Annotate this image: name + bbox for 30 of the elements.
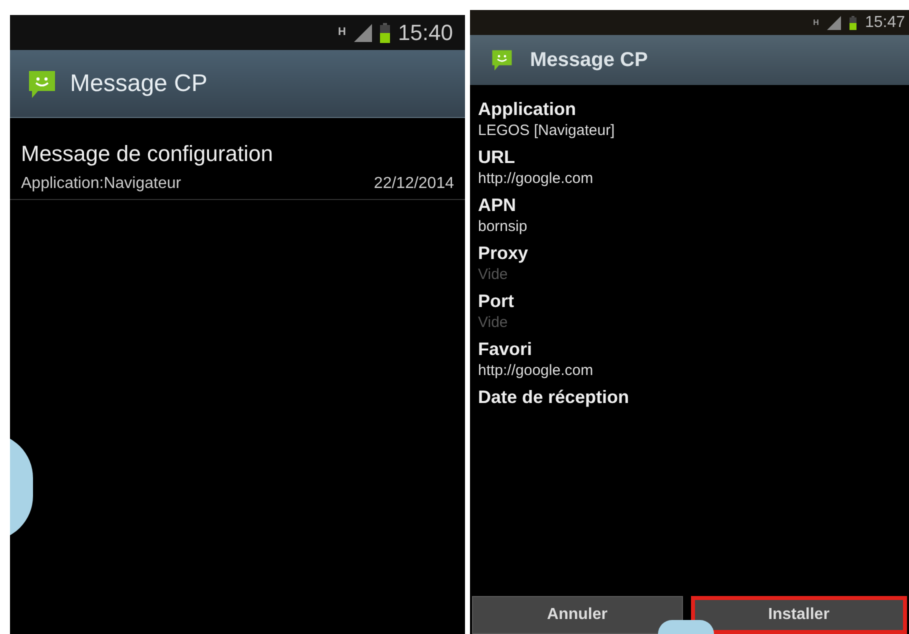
field-value: http://google.com (478, 169, 594, 189)
network-type-indicator: H (813, 18, 819, 26)
field-label: URL (478, 146, 516, 169)
field-label: Proxy (478, 242, 530, 265)
field-value: Vide (478, 313, 509, 333)
field-value: LEGOS [Navigateur] (478, 121, 616, 141)
field-label: Date de réception (478, 386, 630, 409)
dialog-button[interactable]: Annuler (472, 596, 682, 634)
field-label: Application (478, 98, 577, 121)
field-label: Port (478, 290, 515, 313)
message-list-item[interactable]: Message de configuration Application:Navigateur 22/12/2014 (10, 118, 465, 200)
clock-time: 15:40 (398, 19, 453, 47)
side-panel-handle[interactable] (658, 620, 714, 634)
clock-time: 15:47 (864, 12, 905, 32)
field-value: Vide (478, 265, 509, 285)
signal-icon (826, 16, 841, 30)
battery-icon (380, 22, 390, 42)
battery-icon (848, 16, 857, 30)
field-label: APN (478, 194, 518, 217)
field-label: Favori (478, 338, 534, 361)
signal-icon (354, 24, 372, 42)
app-title: Message CP (70, 68, 208, 98)
app-title: Message CP (530, 48, 648, 73)
field-value: bornsip (478, 217, 528, 237)
field-value: http://google.com (478, 361, 594, 381)
dialog-button[interactable]: Installer (690, 596, 907, 634)
message-title: Message de configuration (21, 140, 274, 168)
network-type-indicator: H (338, 27, 346, 38)
message-subtitle: Application:Navigateur (21, 174, 182, 194)
message-date: 22/12/2014 (374, 174, 454, 194)
